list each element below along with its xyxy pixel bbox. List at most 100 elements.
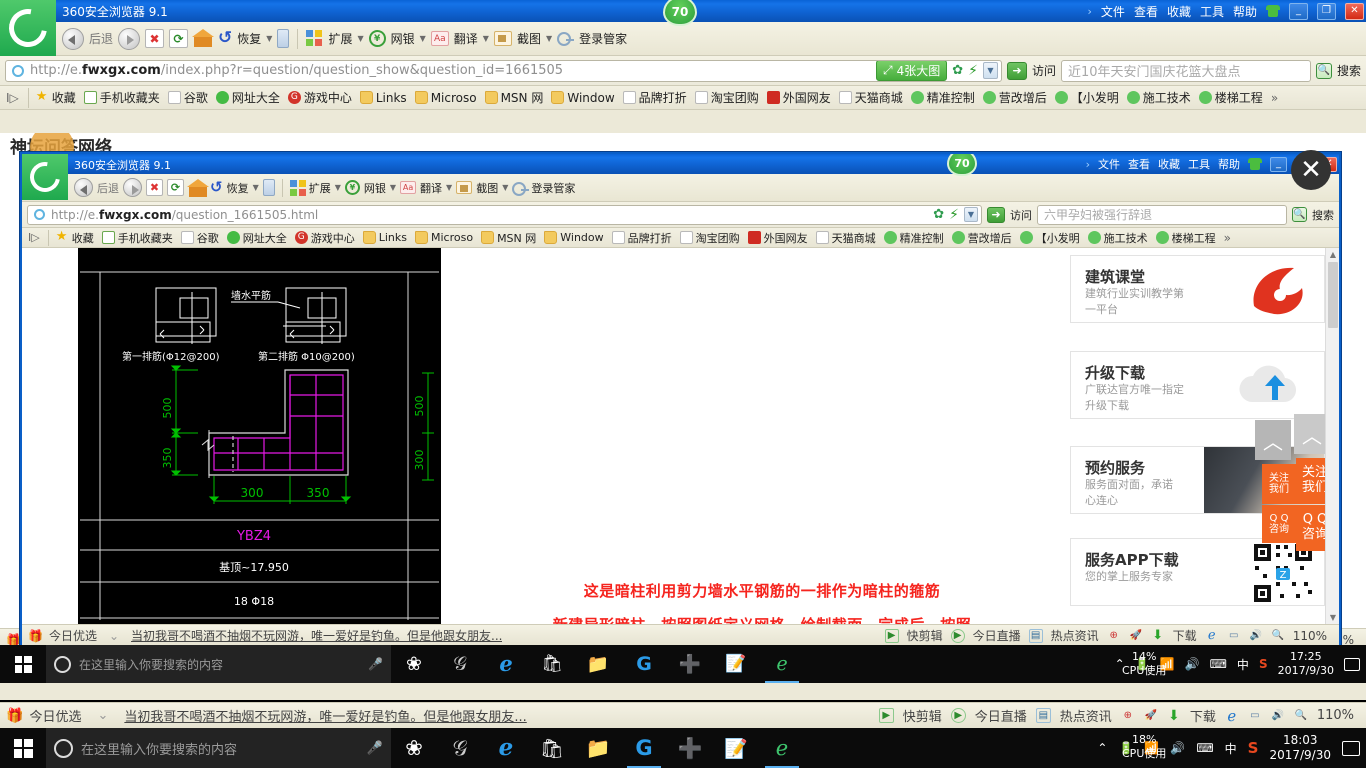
outer-keyboard-icon[interactable]: ⌨ [1196,741,1213,755]
inner-bookmark-overflow-button[interactable]: » [1220,231,1235,245]
bookmark-item-12[interactable]: 天猫商城 [835,89,907,106]
menu-file[interactable]: 文件 [1101,3,1125,20]
go-label[interactable]: 访问 [1032,62,1056,79]
inner-restore-label[interactable]: 恢复 [227,180,249,196]
inner-ime-indicator[interactable]: 中 [1237,656,1249,673]
outer-bottom-live-icon[interactable]: ▶ [950,708,966,723]
outer-bottom-headline[interactable]: 当初我哥不喝酒不抽烟不玩网游，唯一爱好是钓鱼。但是他跟女朋友... [124,706,526,725]
bookmark-overflow-button[interactable]: » [1267,91,1282,105]
microphone-icon[interactable]: 🎤 [368,657,383,671]
outer-taskbar-app-edge[interactable]: ℯ [483,728,529,768]
inner-translate-icon[interactable]: Aa [400,181,417,194]
ad-card-3[interactable]: 服务APP下载 您的掌上服务专家 Z [1070,538,1325,606]
restore-chevron-down-icon[interactable]: ▼ [266,34,272,43]
inner-undo-icon[interactable]: ↺ [210,180,223,195]
inner-hot-news-label[interactable]: 热点资讯 [1051,627,1099,644]
outer-taskbar-app-360browser[interactable]: ℯ [759,728,805,768]
back-to-top-button[interactable]: ︿ [1255,420,1291,460]
bookmark-item-2[interactable]: 谷歌 [177,230,223,246]
inner-back-button[interactable] [74,178,93,197]
bookmark-item-2[interactable]: 谷歌 [164,89,212,106]
inner-download-icon[interactable]: ⬇ [1151,628,1165,643]
extensions-chevron-down-icon[interactable]: ▼ [357,34,363,43]
outer-bottom-gift-icon[interactable]: 🎁 [6,708,23,724]
inner-download-label[interactable]: 下载 [1173,627,1197,644]
taskbar-app-store[interactable]: 🛍 [529,645,575,683]
bookmark-item-16[interactable]: 施工技术 [1123,89,1195,106]
undo-icon[interactable]: ↺ [218,30,232,47]
taskbar-app-edge[interactable]: ℯ [483,645,529,683]
maximize-button[interactable]: ❐ [1317,2,1336,20]
taskbar-app-360browser[interactable]: ℯ [759,645,805,683]
search-icon[interactable]: 🔍 [1315,62,1332,79]
inner-gift-icon[interactable]: 🎁 [28,629,43,643]
extensions-icon[interactable] [306,30,323,47]
lightning-icon[interactable]: ⚡ [968,64,978,78]
home-icon[interactable] [192,28,215,48]
page-scroll-thumb[interactable] [1328,262,1338,328]
inner-snapshot-chevron-down-icon[interactable]: ▼ [502,183,508,192]
bookmark-item-1[interactable]: 手机收藏夹 [98,230,177,246]
outer-bottom-download-icon[interactable]: ⬇ [1167,708,1181,724]
back-button[interactable] [62,27,84,50]
inner-address-chevron-down-icon[interactable]: ▼ [964,207,978,222]
outer-taskbar-app-sogou[interactable]: ❀ [391,728,437,768]
outer-bottom-chevron-icon[interactable]: ⌄ [87,708,118,723]
bookmark-item-13[interactable]: 精准控制 [880,230,948,246]
inner-menu-favorites[interactable]: 收藏 [1158,156,1180,172]
outer-bottom-zoom-icon[interactable]: 🔍 [1294,709,1308,723]
bookmark-item-6[interactable]: Microso [411,91,481,105]
inner-search-label[interactable]: 搜索 [1312,207,1334,223]
translate-chevron-down-icon[interactable]: ▼ [483,34,489,43]
follow-us-button-shadow[interactable]: 关注 我们 [1262,464,1296,504]
bookmark-item-10[interactable]: 淘宝团购 [676,230,744,246]
inner-daily-picks-label[interactable]: 今日优选 [49,627,97,644]
inner-quick-edit-label[interactable]: 快剪辑 [907,627,943,644]
outer-taskbar-app-spiral[interactable]: 𝒢 [437,728,483,768]
address-chevron-down-icon[interactable]: ▼ [982,62,998,79]
inner-rocket-icon[interactable]: 🚀 [1129,629,1143,643]
inner-login-manager-icon[interactable] [512,181,530,196]
ad-card-0[interactable]: 建筑课堂 建筑行业实训教学第一平台 [1070,255,1325,323]
inner-ie-icon[interactable]: ℯ [1205,628,1219,643]
inner-translate-label[interactable]: 翻译 [420,180,442,196]
ad-card-1[interactable]: 升级下载 广联达官方唯一指定升级下载 [1070,351,1325,419]
bank-chevron-down-icon[interactable]: ▼ [420,34,426,43]
inner-back-label[interactable]: 后退 [97,180,119,196]
scroll-down-icon[interactable]: ▼ [1326,613,1339,622]
minimize-button[interactable]: _ [1289,2,1308,20]
inner-notification-icon[interactable] [1344,657,1360,671]
bookmark-item-10[interactable]: 淘宝团购 [691,89,763,106]
snapshot-label[interactable]: 截图 [517,30,541,47]
bookmark-item-5[interactable]: Links [359,231,411,244]
inner-forward-button[interactable] [123,178,142,197]
menu-help[interactable]: 帮助 [1233,3,1257,20]
inner-login-label[interactable]: 登录管家 [531,180,575,196]
bookmark-item-0[interactable]: ★ 收藏 [52,230,98,246]
go-button[interactable]: ➜ [1006,61,1027,80]
outer-bottom-quick-edit-label[interactable]: 快剪辑 [903,706,942,725]
inner-menu-help[interactable]: 帮助 [1218,156,1240,172]
inner-zoom-level[interactable]: 110% [1293,629,1327,643]
menu-favorites[interactable]: 收藏 [1167,3,1191,20]
snapshot-chevron-down-icon[interactable]: ▼ [546,34,552,43]
inner-chevron-right-icon[interactable]: › [1086,158,1090,171]
outer-bottom-ie-icon[interactable]: ℯ [1225,707,1239,725]
taskbar-app-explorer[interactable]: 📁 [575,645,621,683]
outer-score-badge[interactable]: 70 [663,0,697,26]
search-label[interactable]: 搜索 [1337,62,1361,79]
bookmark-item-6[interactable]: Microso [411,231,477,244]
inner-menu-view[interactable]: 查看 [1128,156,1150,172]
inner-keyboard-icon[interactable]: ⌨ [1210,657,1227,671]
bookmark-item-5[interactable]: Links [356,91,411,105]
inner-taskbar-search[interactable]: 在这里输入你要搜索的内容 🎤 [46,645,391,683]
outer-tray-expand-icon[interactable]: ⌃ [1097,741,1107,755]
inner-bank-chevron-down-icon[interactable]: ▼ [390,183,396,192]
outer-sogou-ime-icon[interactable]: S [1248,739,1259,757]
outer-taskbar-search[interactable]: 在这里输入你要搜索的内容 🎤 [46,728,391,768]
inner-stop-icon[interactable]: ✖ [146,179,163,196]
outer-ime-indicator[interactable]: 中 [1225,740,1237,757]
outer-taskbar-app-notes[interactable]: 📝 [713,728,759,768]
outer-bottom-news-icon[interactable]: ▤ [1035,708,1051,723]
translate-label[interactable]: 翻译 [454,30,478,47]
